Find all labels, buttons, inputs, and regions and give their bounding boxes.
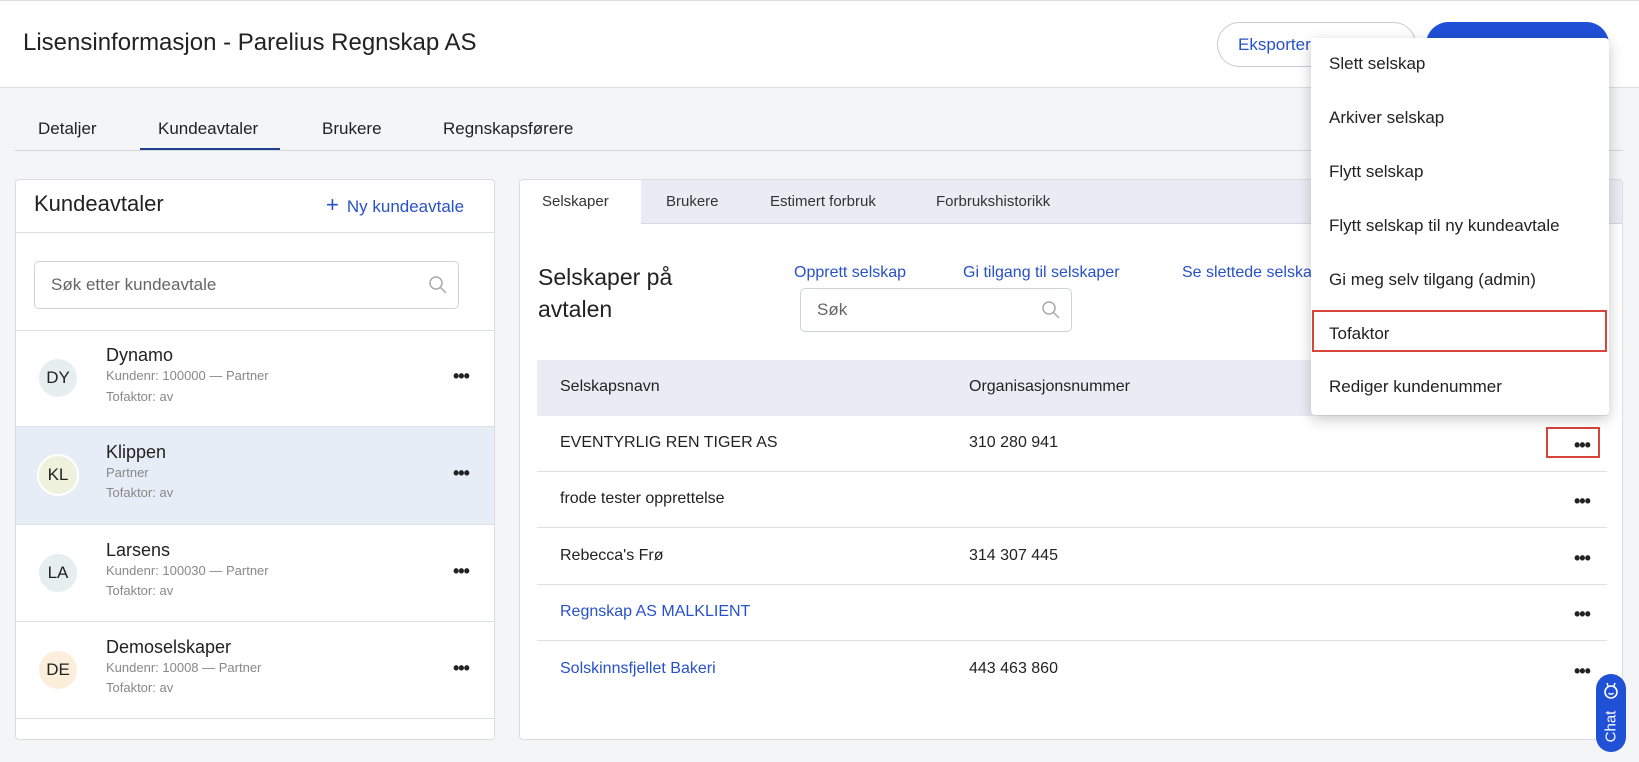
item-sub: Kundenr: 100000 — Partner <box>106 368 269 383</box>
column-header: Selskapsnavn <box>560 378 660 396</box>
avatar: LA <box>37 552 79 594</box>
new-kundeavtale-button[interactable]: + Ny kundeavtale <box>326 192 464 218</box>
menu-item-arkiver-selskap[interactable]: Arkiver selskap <box>1329 108 1444 128</box>
item-sub: Partner <box>106 465 149 480</box>
table-row: frode tester opprettelse ••• <box>537 472 1607 528</box>
org-number: 310 280 941 <box>969 434 1058 452</box>
panel-title: Kundeavtaler <box>34 191 164 217</box>
kundeavtale-search-input[interactable]: Søk etter kundeavtale <box>34 261 459 309</box>
menu-item-gi-meg-tilgang[interactable]: Gi meg selv tilgang (admin) <box>1329 270 1536 290</box>
item-name: Larsens <box>106 540 170 561</box>
avatar: DE <box>37 649 79 691</box>
avatar: KL <box>37 454 79 496</box>
more-options-icon[interactable]: ••• <box>453 464 469 482</box>
page-title: Lisensinformasjon - Parelius Regnskap AS <box>23 29 477 57</box>
item-sub: Kundenr: 100030 — Partner <box>106 563 269 578</box>
search-placeholder: Søk etter kundeavtale <box>51 275 216 295</box>
org-number: 443 463 860 <box>969 660 1058 678</box>
menu-item-flytt-selskap[interactable]: Flytt selskap <box>1329 162 1423 182</box>
chat-label: Chat <box>1603 702 1620 752</box>
kundeavtaler-panel: Kundeavtaler + Ny kundeavtale Søk etter k… <box>15 179 495 740</box>
company-name-link[interactable]: Regnskap AS MALKLIENT <box>560 603 750 621</box>
more-options-icon[interactable]: ••• <box>1574 492 1590 510</box>
list-item[interactable]: DE Demoselskaper Kundenr: 10008 — Partne… <box>16 621 495 719</box>
list-item[interactable]: LA Larsens Kundenr: 100030 — Partner Tof… <box>16 524 495 621</box>
subtab-estimert-forbruk[interactable]: Estimert forbruk <box>770 193 876 210</box>
org-number: 314 307 445 <box>969 547 1058 565</box>
more-options-icon[interactable]: ••• <box>1574 605 1590 623</box>
item-tofaktor: Tofaktor: av <box>106 485 173 500</box>
avatar: DY <box>37 357 79 399</box>
company-name: EVENTYRLIG REN TIGER AS <box>560 434 778 452</box>
item-name: Klippen <box>106 442 166 463</box>
item-tofaktor: Tofaktor: av <box>106 680 173 695</box>
gi-tilgang-link[interactable]: Gi tilgang til selskaper <box>963 264 1120 282</box>
tab-detaljer[interactable]: Detaljer <box>38 119 97 139</box>
menu-item-rediger-kundenummer[interactable]: Rediger kundenummer <box>1329 377 1502 397</box>
highlight-box <box>1546 427 1600 458</box>
company-name: Rebecca's Frø <box>560 547 664 565</box>
plus-icon: + <box>326 192 339 217</box>
menu-item-flytt-ny-kundeavtale[interactable]: Flytt selskap til ny kundeavtale <box>1329 216 1560 236</box>
more-options-icon[interactable]: ••• <box>453 367 469 385</box>
table-row: Regnskap AS MALKLIENT ••• <box>537 585 1607 641</box>
section-heading: Selskaper på avtalen <box>538 261 708 325</box>
subtab-selskaper[interactable]: Selskaper <box>542 193 609 210</box>
item-name: Dynamo <box>106 345 173 366</box>
company-name: frode tester opprettelse <box>560 490 725 508</box>
menu-item-slett-selskap[interactable]: Slett selskap <box>1329 54 1425 74</box>
new-kundeavtale-label: Ny kundeavtale <box>347 197 464 216</box>
more-options-icon[interactable]: ••• <box>1574 549 1590 567</box>
table-row: EVENTYRLIG REN TIGER AS 310 280 941 ••• <box>537 416 1607 472</box>
tab-regnskapsforere[interactable]: Regnskapsførere <box>443 119 573 139</box>
search-icon <box>428 275 448 295</box>
search-icon <box>1041 300 1061 320</box>
active-tab-indicator <box>140 148 280 150</box>
table-row: Rebecca's Frø 314 307 445 ••• <box>537 529 1607 585</box>
item-tofaktor: Tofaktor: av <box>106 389 173 404</box>
search-placeholder: Søk <box>817 300 847 320</box>
tab-brukere[interactable]: Brukere <box>322 119 382 139</box>
subtab-brukere[interactable]: Brukere <box>666 193 719 210</box>
more-options-icon[interactable]: ••• <box>1574 662 1590 680</box>
divider <box>16 232 495 233</box>
company-name-link[interactable]: Solskinnsfjellet Bakeri <box>560 660 716 678</box>
item-tofaktor: Tofaktor: av <box>106 583 173 598</box>
menu-item-tofaktor[interactable]: Tofaktor <box>1329 324 1389 344</box>
column-header: Organisasjonsnummer <box>969 378 1130 396</box>
list-item[interactable]: DY Dynamo Kundenr: 100000 — Partner Tofa… <box>16 330 495 426</box>
selskap-search-input[interactable]: Søk <box>800 288 1072 332</box>
item-name: Demoselskaper <box>106 637 231 658</box>
context-menu: Slett selskap Arkiver selskap Flytt sels… <box>1311 38 1609 415</box>
chat-button[interactable]: Chat <box>1596 674 1626 752</box>
table-row: Solskinnsfjellet Bakeri 443 463 860 ••• <box>537 642 1607 698</box>
more-options-icon[interactable]: ••• <box>453 659 469 677</box>
more-options-icon[interactable]: ••• <box>453 562 469 580</box>
opprett-selskap-link[interactable]: Opprett selskap <box>794 264 906 282</box>
subtab-forbrukshistorikk[interactable]: Forbrukshistorikk <box>936 193 1050 210</box>
item-sub: Kundenr: 10008 — Partner <box>106 660 261 675</box>
bot-icon <box>1602 682 1620 700</box>
list-item[interactable]: KL Klippen Partner Tofaktor: av ••• <box>16 426 495 524</box>
tab-kundeavtaler[interactable]: Kundeavtaler <box>158 119 258 139</box>
